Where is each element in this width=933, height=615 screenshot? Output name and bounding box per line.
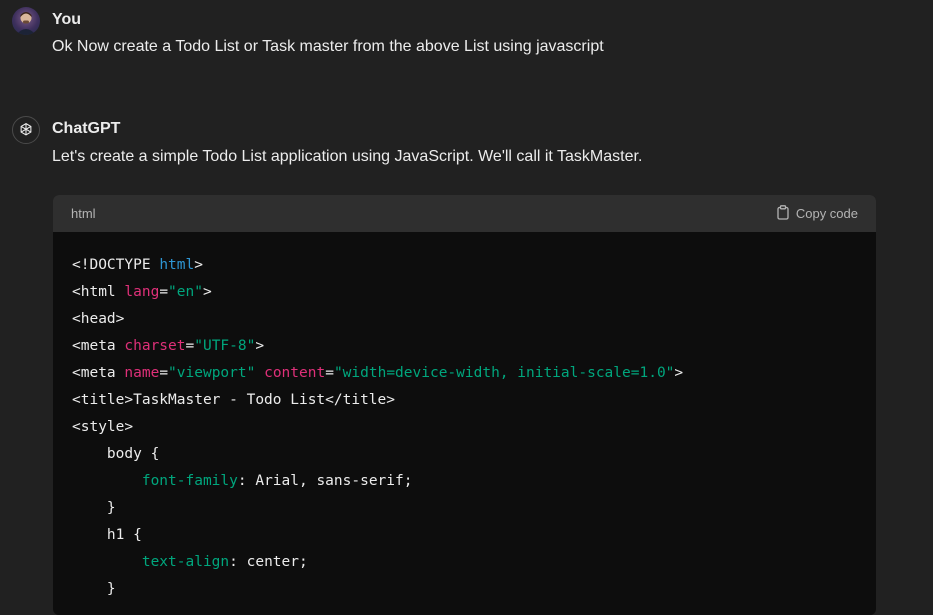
code-token: "width=device-width, initial-scale=1.0" [333,365,675,381]
code-token: > [194,257,203,273]
code-content: <!DOCTYPE html> <html lang="en"> <head> <me… [53,232,876,615]
code-line: h1 { [72,522,857,549]
code-token: "viewport" [168,365,256,381]
clipboard-icon [776,204,790,223]
code-token: > [674,365,684,381]
user-message-text: Ok Now create a Todo List or Task master… [52,38,604,55]
code-token: } [72,500,116,516]
assistant-message-text: Let's create a simple Todo List applicat… [52,148,643,165]
code-line: } [72,576,857,603]
code-token: : Arial, sans-serif; [237,473,413,489]
code-token: font-family [141,473,238,489]
code-token: charset [124,338,186,354]
code-token: body { [72,446,160,462]
code-token: name [124,365,160,381]
code-token: } [72,581,116,597]
code-token: <title>TaskMaster - Todo List</title> [72,392,396,408]
assistant-author-name: ChatGPT [52,120,121,137]
code-language-label: html [71,206,96,221]
copy-code-button[interactable]: Copy code [776,204,858,223]
code-token: > [202,284,212,300]
code-token: "en" [168,284,203,300]
code-token: = [159,284,169,300]
code-token: = [185,338,195,354]
code-token: = [159,365,169,381]
code-token: > [255,338,265,354]
code-token: <meta [72,338,125,354]
code-token: = [325,365,334,381]
code-token: "UTF-8" [194,338,256,354]
code-token: content [264,365,326,381]
code-line: font-family: Arial, sans-serif; [72,468,857,495]
code-block-header: html Copy code [53,195,876,232]
code-line: <html lang="en"> [72,279,857,306]
copy-code-label: Copy code [795,206,858,221]
user-author-name: You [52,11,82,28]
code-line: <meta charset="UTF-8"> [72,333,857,360]
code-line: } [72,495,857,522]
code-token: <style> [72,419,134,435]
code-line: <style> [72,414,857,441]
code-token: <html [72,284,125,300]
code-block: html Copy code <!DOCTYPE html> <html lang… [53,195,876,615]
code-token: h1 { [72,527,142,543]
code-token: text-align [141,554,230,570]
code-token: lang [124,284,160,300]
code-line: text-align: center; [72,549,857,576]
code-line: <title>TaskMaster - Todo List</title> [72,387,857,414]
code-line: <meta name="viewport" content="width=dev… [72,360,857,387]
code-token: : center; [229,554,308,570]
code-line: <!DOCTYPE html> [72,252,857,279]
user-avatar [12,7,40,35]
code-token: <meta [72,365,125,381]
code-token: <head> [72,311,125,327]
code-token: html [159,257,195,273]
openai-logo-icon [12,116,40,144]
code-line: <head> [72,306,857,333]
code-token: <!DOCTYPE [72,257,160,273]
code-line: body { [72,441,857,468]
